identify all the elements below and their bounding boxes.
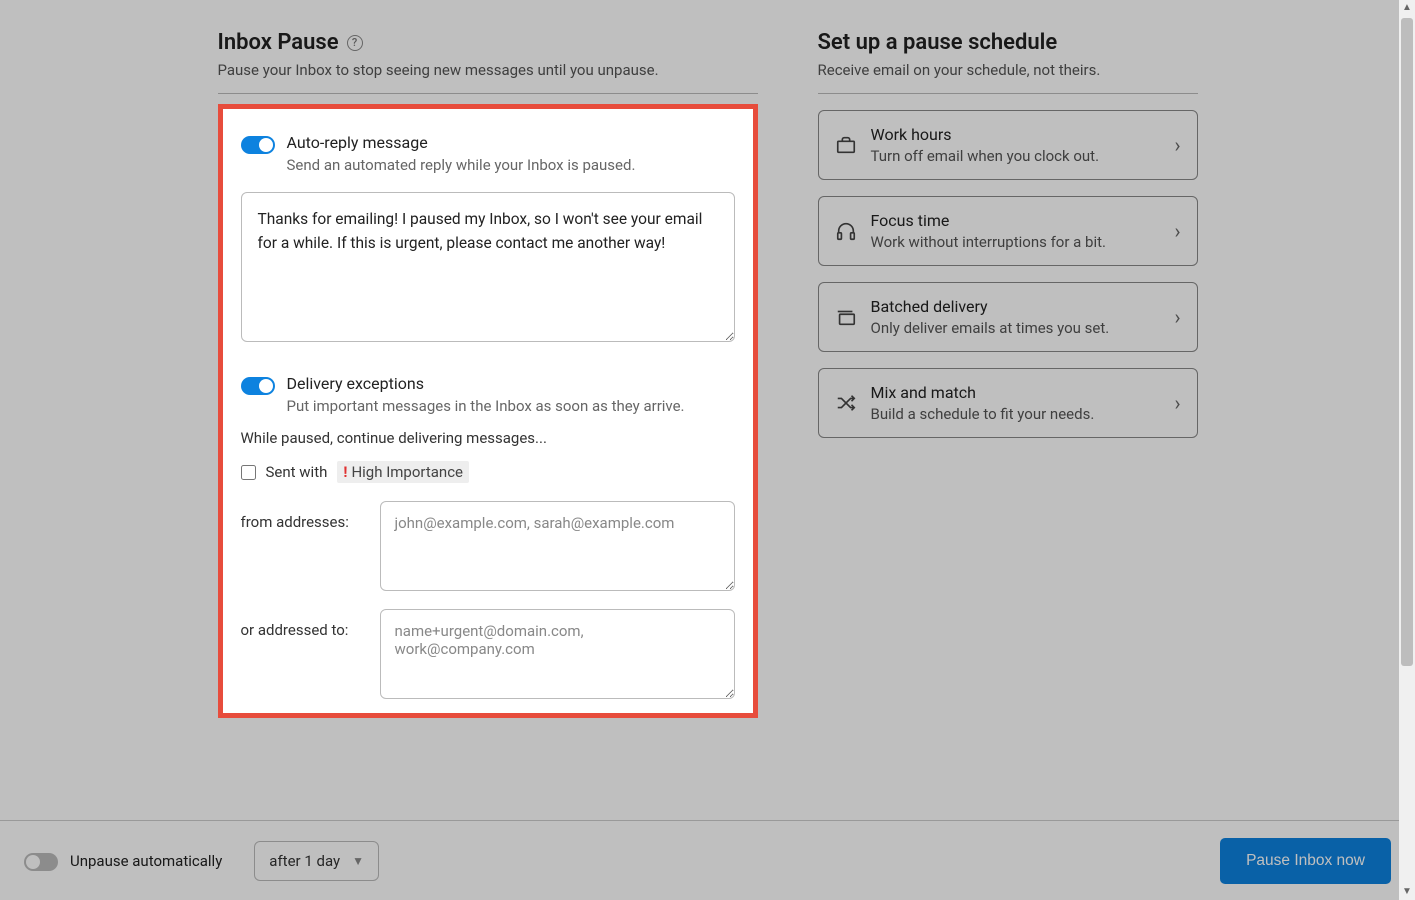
addressed-to-input[interactable] bbox=[380, 609, 735, 699]
schedule-title: Set up a pause schedule bbox=[818, 30, 1198, 55]
stack-icon bbox=[835, 306, 857, 328]
scroll-up-arrow-icon[interactable]: ▲ bbox=[1399, 0, 1415, 16]
card-title: Mix and match bbox=[871, 383, 1161, 402]
headphones-icon bbox=[835, 220, 857, 242]
card-desc: Work without interruptions for a bit. bbox=[871, 233, 1161, 251]
unpause-automatically-label: Unpause automatically bbox=[70, 852, 222, 870]
auto-reply-desc: Send an automated reply while your Inbox… bbox=[287, 156, 636, 174]
schedule-card-mix-and-match[interactable]: Mix and match Build a schedule to fit yo… bbox=[818, 368, 1198, 438]
chevron-right-icon: › bbox=[1174, 305, 1180, 329]
continue-delivering-line: While paused, continue delivering messag… bbox=[241, 429, 735, 447]
high-importance-checkbox[interactable] bbox=[241, 465, 256, 480]
auto-reply-toggle[interactable] bbox=[241, 136, 275, 154]
caret-down-icon: ▼ bbox=[352, 854, 364, 868]
exclamation-icon: ! bbox=[343, 463, 347, 481]
unpause-automatically-toggle[interactable] bbox=[24, 853, 58, 871]
delivery-exceptions-title: Delivery exceptions bbox=[287, 374, 685, 393]
card-desc: Only deliver emails at times you set. bbox=[871, 319, 1161, 337]
scrollbar-thumb[interactable] bbox=[1401, 18, 1413, 666]
divider bbox=[218, 93, 758, 94]
vertical-scrollbar[interactable]: ▲ ▼ bbox=[1399, 0, 1415, 900]
divider bbox=[818, 93, 1198, 94]
addressed-to-label: or addressed to: bbox=[241, 609, 366, 639]
briefcase-icon bbox=[835, 134, 857, 156]
shuffle-icon bbox=[835, 392, 857, 414]
from-addresses-input[interactable] bbox=[380, 501, 735, 591]
delivery-exceptions-desc: Put important messages in the Inbox as s… bbox=[287, 397, 685, 415]
chevron-right-icon: › bbox=[1174, 133, 1180, 157]
auto-reply-message-input[interactable] bbox=[241, 192, 735, 342]
unpause-delay-dropdown[interactable]: after 1 day ▼ bbox=[254, 841, 379, 881]
from-addresses-label: from addresses: bbox=[241, 501, 366, 531]
card-desc: Build a schedule to fit your needs. bbox=[871, 405, 1161, 423]
pause-inbox-now-button[interactable]: Pause Inbox now bbox=[1220, 838, 1391, 884]
highlighted-panel: Auto-reply message Send an automated rep… bbox=[218, 104, 758, 718]
schedule-subtitle: Receive email on your schedule, not thei… bbox=[818, 61, 1198, 79]
schedule-card-work-hours[interactable]: Work hours Turn off email when you clock… bbox=[818, 110, 1198, 180]
footer-bar: Unpause automatically after 1 day ▼ Paus… bbox=[0, 820, 1415, 900]
card-desc: Turn off email when you clock out. bbox=[871, 147, 1161, 165]
schedule-card-batched-delivery[interactable]: Batched delivery Only deliver emails at … bbox=[818, 282, 1198, 352]
delivery-exceptions-toggle[interactable] bbox=[241, 377, 275, 395]
schedule-card-focus-time[interactable]: Focus time Work without interruptions fo… bbox=[818, 196, 1198, 266]
chevron-right-icon: › bbox=[1174, 391, 1180, 415]
auto-reply-title: Auto-reply message bbox=[287, 133, 636, 152]
card-title: Batched delivery bbox=[871, 297, 1161, 316]
info-icon[interactable]: ? bbox=[347, 35, 363, 51]
page-title: Inbox Pause ? bbox=[218, 30, 758, 55]
card-title: Work hours bbox=[871, 125, 1161, 144]
scroll-down-arrow-icon[interactable]: ▼ bbox=[1399, 884, 1415, 900]
high-importance-badge: !High Importance bbox=[337, 461, 469, 483]
card-title: Focus time bbox=[871, 211, 1161, 230]
chevron-right-icon: › bbox=[1174, 219, 1180, 243]
page-subtitle: Pause your Inbox to stop seeing new mess… bbox=[218, 61, 758, 79]
sent-with-label: Sent with bbox=[266, 463, 328, 481]
